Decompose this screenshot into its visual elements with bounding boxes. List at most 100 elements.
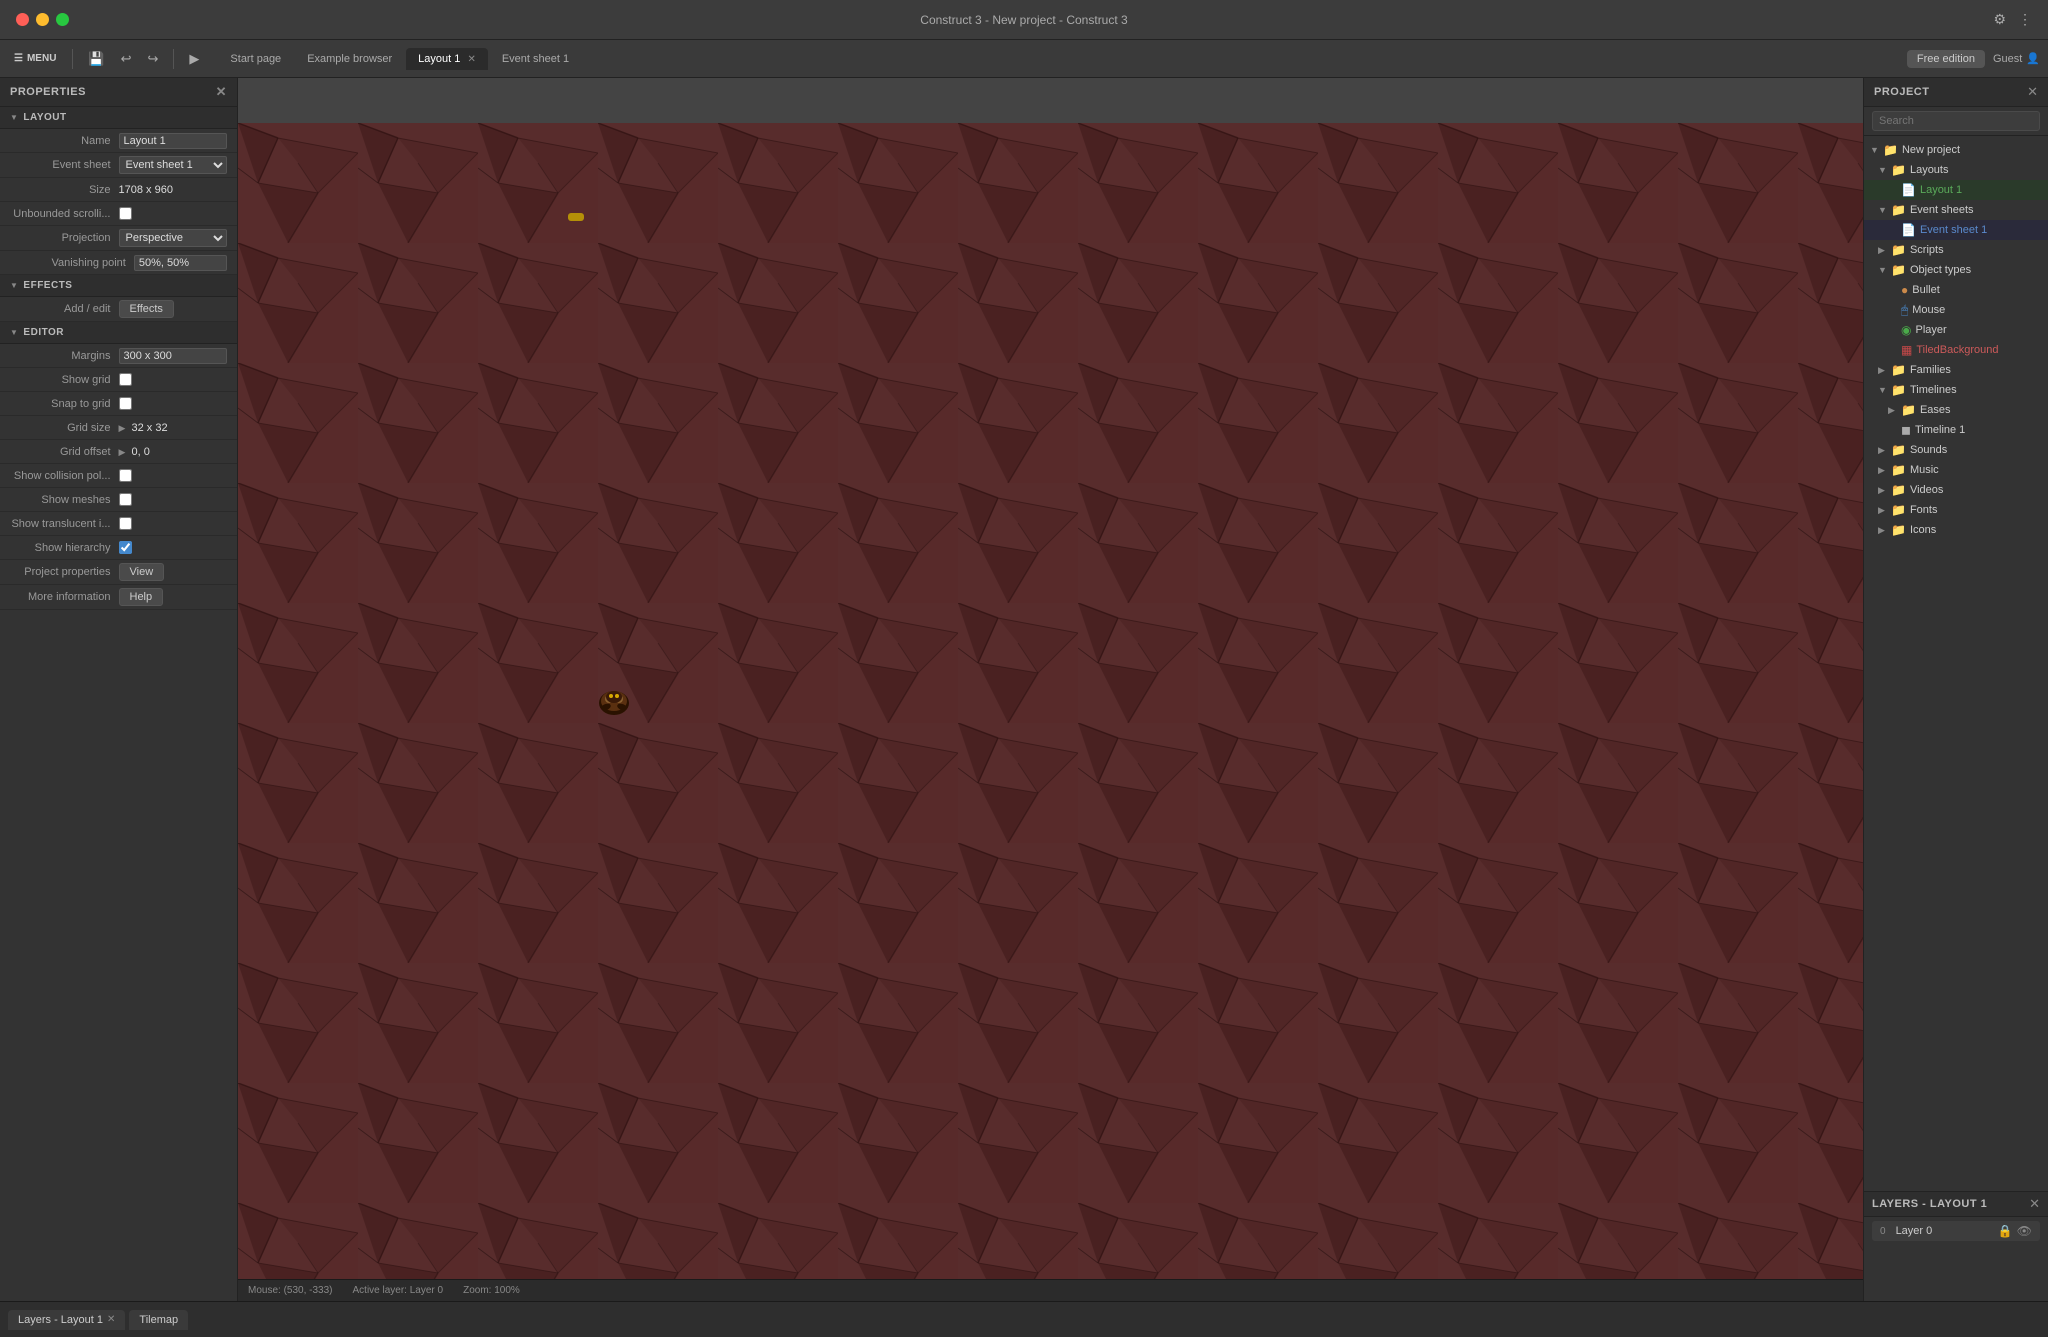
player-sprite[interactable] <box>593 679 635 721</box>
show-hierarchy-label: Show hierarchy <box>10 542 119 554</box>
tree-item-scripts[interactable]: ▶ 📁 Scripts <box>1864 240 2048 260</box>
canvas-area[interactable]: Mouse: (530, -333) Active layer: Layer 0… <box>238 78 1863 1301</box>
show-collision-checkbox[interactable] <box>119 469 132 482</box>
layer-visibility-icon[interactable]: 👁 <box>2017 1224 2032 1238</box>
layers-close-button[interactable]: ✕ <box>2029 1196 2040 1212</box>
margins-input[interactable] <box>119 348 228 364</box>
layer-row[interactable]: 0 Layer 0 🔒 👁 <box>1872 1221 2040 1241</box>
tree-item-eases[interactable]: ▶ 📁 Eases <box>1864 400 2048 420</box>
tabs-area: Start page Example browser Layout 1 ✕ Ev… <box>218 48 581 70</box>
add-edit-label: Add / edit <box>10 303 119 315</box>
unbounded-checkbox[interactable] <box>119 207 132 220</box>
editor-section-header[interactable]: ▼ EDITOR <box>0 322 237 344</box>
tree-item-fonts[interactable]: ▶ 📁 Fonts <box>1864 500 2048 520</box>
project-search-input[interactable] <box>1872 111 2040 131</box>
prop-snap-to-grid: Snap to grid <box>0 392 237 416</box>
tree-item-tiledbg[interactable]: ▦ TiledBackground <box>1864 340 2048 360</box>
traffic-light-green[interactable] <box>56 13 69 26</box>
tree-item-videos[interactable]: ▶ 📁 Videos <box>1864 480 2048 500</box>
bottom-tab-tilemap[interactable]: Tilemap <box>129 1310 188 1330</box>
undo-button[interactable]: ↩ <box>116 48 137 70</box>
show-meshes-checkbox[interactable] <box>119 493 132 506</box>
tree-item-timeline-1[interactable]: ◼ Timeline 1 <box>1864 420 2048 440</box>
tree-label: Event sheets <box>1910 204 1974 216</box>
folder-icon: 📁 <box>1891 483 1906 497</box>
properties-close-button[interactable]: ✕ <box>216 84 227 100</box>
prop-effects: Add / edit Effects <box>0 297 237 322</box>
tree-item-timelines[interactable]: ▼ 📁 Timelines <box>1864 380 2048 400</box>
help-button[interactable]: Help <box>119 588 164 606</box>
name-input[interactable] <box>119 133 228 149</box>
tree-item-sounds[interactable]: ▶ 📁 Sounds <box>1864 440 2048 460</box>
projection-select[interactable]: Perspective <box>119 229 228 247</box>
size-text: 1708 x 960 <box>119 184 173 196</box>
prop-unbounded: Unbounded scrolli... <box>0 202 237 226</box>
tree-item-object-types[interactable]: ▼ 📁 Object types <box>1864 260 2048 280</box>
tab-event-sheet-1[interactable]: Event sheet 1 <box>490 48 581 70</box>
layout-section-header[interactable]: ▼ LAYOUT <box>0 107 237 129</box>
free-edition-button[interactable]: Free edition <box>1907 50 1985 68</box>
more-icon[interactable]: ⋮ <box>2018 11 2032 28</box>
tab-example-browser[interactable]: Example browser <box>295 48 404 70</box>
project-title: PROJECT <box>1874 86 1929 98</box>
grid-offset-value: ▶ 0, 0 <box>119 446 228 458</box>
tree-item-new-project[interactable]: ▼ 📁 New project <box>1864 140 2048 160</box>
tree-item-event-sheet-1[interactable]: 📄 Event sheet 1 <box>1864 220 2048 240</box>
save-button[interactable]: 💾 <box>83 48 109 70</box>
event-sheet-value: Event sheet 1 <box>119 156 228 174</box>
event-file-icon: 📄 <box>1901 223 1916 237</box>
tree-arrow: ▼ <box>1878 205 1888 215</box>
effects-button[interactable]: Effects <box>119 300 174 318</box>
help-button-wrap: Help <box>119 588 228 606</box>
prop-show-grid: Show grid <box>0 368 237 392</box>
tree-item-layouts[interactable]: ▼ 📁 Layouts <box>1864 160 2048 180</box>
traffic-light-red[interactable] <box>16 13 29 26</box>
tree-item-bullet[interactable]: ● Bullet <box>1864 280 2048 300</box>
view-button[interactable]: View <box>119 563 165 581</box>
tree-item-player[interactable]: ◉ Player <box>1864 320 2048 340</box>
event-sheet-select[interactable]: Event sheet 1 <box>119 156 228 174</box>
redo-button[interactable]: ↪ <box>143 48 164 70</box>
tree-item-icons[interactable]: ▶ 📁 Icons <box>1864 520 2048 540</box>
show-grid-label: Show grid <box>10 374 119 386</box>
tree-arrow: ▶ <box>1878 365 1888 376</box>
tree-label: New project <box>1902 144 1960 156</box>
tree-item-families[interactable]: ▶ 📁 Families <box>1864 360 2048 380</box>
tree-item-mouse[interactable]: 🖱 Mouse <box>1864 300 2048 320</box>
menu-icon: ☰ <box>14 53 23 64</box>
tree-arrow: ▶ <box>1878 445 1888 456</box>
effects-section-header[interactable]: ▼ EFFECTS <box>0 275 237 297</box>
bottom-tab-layers-close[interactable]: ✕ <box>107 1314 115 1325</box>
guest-button[interactable]: Guest 👤 <box>1993 52 2040 65</box>
project-close-button[interactable]: ✕ <box>2027 84 2038 100</box>
tree-label: Timeline 1 <box>1915 424 1965 436</box>
tab-start-page[interactable]: Start page <box>218 48 293 70</box>
project-properties-label: Project properties <box>10 566 119 578</box>
menu-label: MENU <box>27 53 56 64</box>
settings-icon[interactable]: ⚙ <box>1993 11 2006 28</box>
menu-button[interactable]: ☰ MENU <box>8 49 62 68</box>
tab-layout-1-close[interactable]: ✕ <box>467 54 475 65</box>
layout-viewport[interactable] <box>238 123 1863 1281</box>
show-hierarchy-checkbox[interactable] <box>119 541 132 554</box>
tree-item-event-sheets[interactable]: ▼ 📁 Event sheets <box>1864 200 2048 220</box>
snap-to-grid-checkbox[interactable] <box>119 397 132 410</box>
traffic-light-yellow[interactable] <box>36 13 49 26</box>
layer-lock-icon[interactable]: 🔒 <box>1998 1224 2013 1238</box>
play-button[interactable]: ▶ <box>184 48 204 70</box>
show-translucent-checkbox[interactable] <box>119 517 132 530</box>
tree-label: Eases <box>1920 404 1951 416</box>
layers-panel: LAYERS - LAYOUT 1 ✕ 0 Layer 0 🔒 👁 <box>1864 1191 2048 1301</box>
prop-name: Name <box>0 129 237 153</box>
prop-show-collision: Show collision pol... <box>0 464 237 488</box>
show-grid-checkbox[interactable] <box>119 373 132 386</box>
tree-item-music[interactable]: ▶ 📁 Music <box>1864 460 2048 480</box>
grid-offset-label: Grid offset <box>10 446 119 458</box>
tab-layout-1[interactable]: Layout 1 ✕ <box>406 48 488 70</box>
vanishing-input[interactable] <box>134 255 227 271</box>
tree-label: Event sheet 1 <box>1920 224 1987 236</box>
bottom-tab-layers[interactable]: Layers - Layout 1 ✕ <box>8 1310 125 1330</box>
grid-offset-arrow: ▶ <box>119 447 126 457</box>
toolbar-separator-2 <box>173 49 174 69</box>
tree-item-layout-1[interactable]: 📄 Layout 1 <box>1864 180 2048 200</box>
